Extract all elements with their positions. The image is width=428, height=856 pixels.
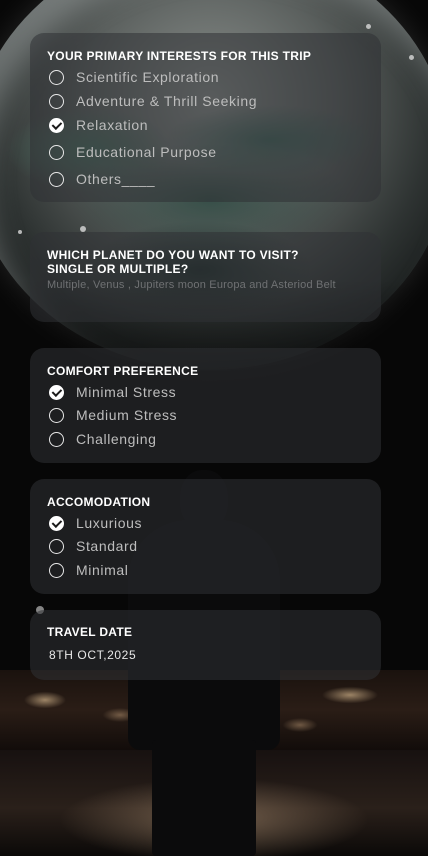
radio-unchecked-icon[interactable]	[49, 431, 64, 447]
travel-date-title: TRAVEL DATE	[47, 625, 133, 639]
option-minimal[interactable]: Minimal	[49, 562, 128, 578]
interests-card: YOUR PRIMARY INTERESTS FOR THIS TRIP Sci…	[30, 33, 381, 202]
radio-unchecked-icon[interactable]	[49, 538, 64, 554]
accommodation-title: ACCOMODATION	[47, 495, 151, 509]
option-educational-purpose[interactable]: Educational Purpose	[49, 144, 217, 160]
radio-unchecked-icon[interactable]	[49, 171, 64, 187]
radio-unchecked-icon[interactable]	[49, 562, 64, 578]
travel-date-card: TRAVEL DATE 8TH OCT,2025	[30, 610, 381, 680]
star	[409, 55, 414, 60]
option-standard[interactable]: Standard	[49, 538, 138, 554]
radio-unchecked-icon[interactable]	[49, 407, 64, 423]
interests-title: YOUR PRIMARY INTERESTS FOR THIS TRIP	[47, 49, 312, 63]
radio-checked-icon[interactable]	[49, 117, 64, 133]
comfort-card: COMFORT PREFERENCE Minimal Stress Medium…	[30, 348, 381, 463]
option-luxurious[interactable]: Luxurious	[49, 515, 142, 531]
radio-unchecked-icon[interactable]	[49, 144, 64, 160]
accommodation-card: ACCOMODATION Luxurious Standard Minimal	[30, 479, 381, 594]
option-scientific-exploration[interactable]: Scientific Exploration	[49, 69, 219, 85]
travel-date-field[interactable]: 8TH OCT,2025	[49, 648, 364, 662]
radio-unchecked-icon[interactable]	[49, 69, 64, 85]
option-medium-stress[interactable]: Medium Stress	[49, 407, 177, 423]
planet-answer-field[interactable]: Multiple, Venus , Jupiters moon Europa a…	[47, 279, 364, 292]
option-adventure[interactable]: Adventure & Thrill Seeking	[49, 93, 257, 109]
comfort-title: COMFORT PREFERENCE	[47, 364, 199, 378]
option-relaxation[interactable]: Relaxation	[49, 117, 148, 133]
radio-checked-icon[interactable]	[49, 515, 64, 531]
planet-question-line2: SINGLE OR MULTIPLE?	[47, 262, 189, 276]
star	[18, 230, 22, 234]
planet-question-line1: WHICH PLANET DO YOU WANT TO VISIT?	[47, 248, 299, 262]
option-others[interactable]: Others____	[49, 171, 155, 187]
option-challenging[interactable]: Challenging	[49, 431, 157, 447]
planet-card: WHICH PLANET DO YOU WANT TO VISIT? SINGL…	[30, 232, 381, 322]
option-minimal-stress[interactable]: Minimal Stress	[49, 384, 176, 400]
star	[366, 24, 371, 29]
radio-checked-icon[interactable]	[49, 384, 64, 400]
radio-unchecked-icon[interactable]	[49, 93, 64, 109]
